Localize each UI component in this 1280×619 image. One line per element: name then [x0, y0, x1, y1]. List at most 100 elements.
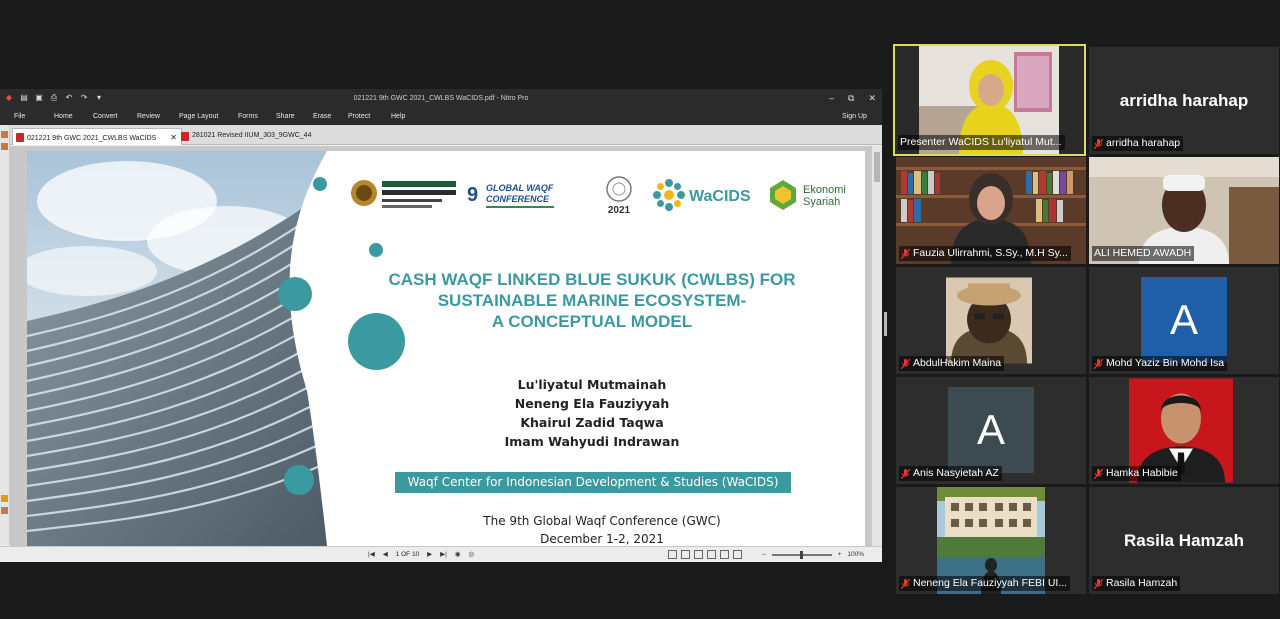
participant-label: Mohd Yaziz Bin Mohd Isa: [1092, 356, 1228, 371]
participant-tile[interactable]: Fauzia Ulirrahmi, S.Sy., M.H Sy...: [896, 157, 1086, 264]
menu-convert[interactable]: Convert: [93, 113, 118, 120]
participant-tile[interactable]: A Mohd Yaziz Bin Mohd Isa: [1089, 267, 1279, 374]
tab-second-document[interactable]: 281021 Revised IIUM_303_9GWC_44: [178, 128, 315, 145]
participant-name: Hamka Habibie: [1106, 467, 1178, 479]
scrollbar-thumb[interactable]: [874, 152, 880, 182]
building-facade-image: [27, 151, 327, 546]
sign-up-link[interactable]: Sign Up: [842, 113, 867, 120]
pdf-file-icon: [181, 132, 189, 141]
menu-page-layout[interactable]: Page Layout: [179, 113, 218, 120]
muted-mic-icon: [1094, 138, 1103, 149]
participant-label: ALI HEMED AWADH: [1092, 246, 1195, 261]
participant-label: Hamka Habibie: [1092, 466, 1181, 481]
window-titlebar: ◆ ▤ ▣ ⎙ ↶ ↷ ▾ 021221 9th GWC 2021_CWLBS …: [0, 90, 882, 108]
muted-mic-icon: [901, 358, 910, 369]
author-name: Neneng Ela Fauziyyah: [514, 396, 670, 411]
author-list: Lu'liyatul Mutmainah Neneng Ela Fauziyya…: [457, 375, 727, 451]
wacids-logo-text: WaCIDS: [689, 188, 751, 205]
participant-label: Rasila Hamzah: [1092, 576, 1181, 591]
participant-label: arridha harahap: [1092, 136, 1184, 151]
fit-page-icon[interactable]: [720, 550, 729, 559]
shared-screen-nitro-window: ◆ ▤ ▣ ⎙ ↶ ↷ ▾ 021221 9th GWC 2021_CWLBS …: [0, 89, 882, 562]
participant-tile[interactable]: arridha harahap arridha harahap: [1089, 47, 1279, 154]
attachments-icon[interactable]: [1, 507, 8, 514]
conference-name: The 9th Global Waqf Conference (GWC): [483, 514, 721, 528]
page-indicator[interactable]: 1 OF 10: [396, 551, 419, 558]
participant-tile[interactable]: AbdulHakim Maina: [896, 267, 1086, 374]
decorative-dot: [278, 277, 312, 311]
participant-tile[interactable]: Hamka Habibie: [1089, 377, 1279, 484]
logos-row: 9 GLOBAL WAQF CONFERENCE 2021 WaCIDS Eko…: [339, 175, 846, 215]
muted-mic-icon: [1094, 578, 1103, 589]
participant-tile[interactable]: Neneng Ela Fauziyyah FEBI UI...: [896, 487, 1086, 594]
menu-forms[interactable]: Forms: [238, 113, 258, 120]
participant-tile[interactable]: ALI HEMED AWADH: [1089, 157, 1279, 264]
menu-review[interactable]: Review: [137, 113, 160, 120]
slide-title-line: A CONCEPTUAL MODEL: [491, 312, 693, 331]
bookmark-icon[interactable]: [1, 131, 8, 138]
institution-banner: Waqf Center for Indonesian Development &…: [395, 472, 791, 493]
menu-help[interactable]: Help: [391, 113, 405, 120]
comments-icon[interactable]: [1, 495, 8, 502]
zoom-slider-handle[interactable]: [799, 550, 803, 559]
zoom-meeting-screen: ◆ ▤ ▣ ⎙ ↶ ↷ ▾ 021221 9th GWC 2021_CWLBS …: [0, 0, 1280, 619]
zoom-level: 100%: [847, 551, 865, 558]
participant-gallery: Presenter WaCIDS Lu'liyatul Mut... arrid…: [893, 44, 1280, 594]
restore-button[interactable]: ⧉: [848, 93, 854, 103]
avatar: A: [1141, 277, 1227, 363]
close-tab-icon[interactable]: ✕: [170, 133, 177, 142]
next-page-icon[interactable]: ▶: [427, 550, 432, 558]
muted-mic-icon: [901, 468, 910, 479]
facing-view-icon[interactable]: [694, 550, 703, 559]
close-button[interactable]: ✕: [868, 93, 876, 103]
participant-tile[interactable]: Rasila Hamzah Rasila Hamzah: [1089, 487, 1279, 594]
gwc-2021-emblem: 2021: [606, 176, 632, 215]
left-panel-strip: [0, 125, 10, 545]
menu-file[interactable]: File: [14, 113, 25, 120]
menu-share[interactable]: Share: [276, 113, 295, 120]
menu-home[interactable]: Home: [54, 113, 73, 120]
panel-resize-handle[interactable]: [884, 312, 887, 336]
page-navigation: |◀ ◀ 1 OF 10 ▶ ▶| ◉ ◎: [368, 550, 475, 559]
back-view-icon[interactable]: ◉: [455, 550, 461, 558]
single-page-view-icon[interactable]: [668, 550, 677, 559]
vertical-scrollbar[interactable]: [872, 146, 882, 546]
zoom-slider[interactable]: [771, 550, 832, 559]
pages-icon[interactable]: [1, 143, 8, 150]
gwc-logo-line2: CONFERENCE: [486, 194, 550, 204]
last-page-icon[interactable]: ▶|: [440, 550, 447, 558]
ekonomi-logo-line1: Ekonomi: [803, 184, 846, 196]
fit-width-icon[interactable]: [733, 550, 742, 559]
decorative-dot: [369, 243, 383, 257]
continuous-view-icon[interactable]: [681, 550, 690, 559]
ribbon-menu: File Home Convert Review Page Layout For…: [0, 108, 882, 125]
menu-protect[interactable]: Protect: [348, 113, 370, 120]
author-name: Khairul Zadid Taqwa: [520, 415, 664, 430]
author-name: Imam Wahyudi Indrawan: [504, 434, 680, 449]
status-bar: |◀ ◀ 1 OF 10 ▶ ▶| ◉ ◎ – + 100%: [0, 546, 882, 562]
first-page-icon[interactable]: |◀: [368, 550, 375, 558]
slide-title-line: SUSTAINABLE MARINE ECOSYSTEM-: [437, 291, 747, 310]
menu-erase[interactable]: Erase: [313, 113, 331, 120]
gwc-logo-year: 2021: [608, 205, 631, 215]
participant-name: Neneng Ela Fauziyyah FEBI UI...: [913, 577, 1068, 589]
document-viewer[interactable]: 9 GLOBAL WAQF CONFERENCE 2021 WaCIDS Eko…: [10, 146, 872, 546]
participant-tile[interactable]: A Anis Nasyietah AZ: [896, 377, 1086, 484]
document-tabs: 021221 9th GWC 2021_CWLBS WaCIDS ✕ 28102…: [10, 125, 882, 145]
participant-name: arridha harahap: [1106, 137, 1181, 149]
window-title: 021221 9th GWC 2021_CWLBS WaCIDS.pdf - N…: [353, 95, 529, 102]
participant-tile-active-speaker[interactable]: Presenter WaCIDS Lu'liyatul Mut...: [893, 44, 1086, 156]
facing-continuous-view-icon[interactable]: [707, 550, 716, 559]
ekonomi-logo-line2: Syariah: [803, 196, 840, 208]
participant-name: AbdulHakim Maina: [913, 357, 1002, 369]
conference-date: December 1-2, 2021: [540, 532, 664, 546]
tab-active-document[interactable]: 021221 9th GWC 2021_CWLBS WaCIDS ✕: [12, 128, 182, 145]
previous-page-icon[interactable]: ◀: [383, 550, 388, 558]
slide-title: CASH WAQF LINKED BLUE SUKUK (CWLBS) FOR …: [357, 269, 827, 332]
forward-view-icon[interactable]: ◎: [469, 550, 475, 558]
zoom-out-icon[interactable]: –: [762, 551, 766, 558]
zoom-in-icon[interactable]: +: [838, 551, 842, 558]
muted-mic-icon: [901, 578, 910, 589]
window-controls: – ⧉ ✕: [829, 93, 876, 103]
minimize-button[interactable]: –: [829, 93, 834, 103]
